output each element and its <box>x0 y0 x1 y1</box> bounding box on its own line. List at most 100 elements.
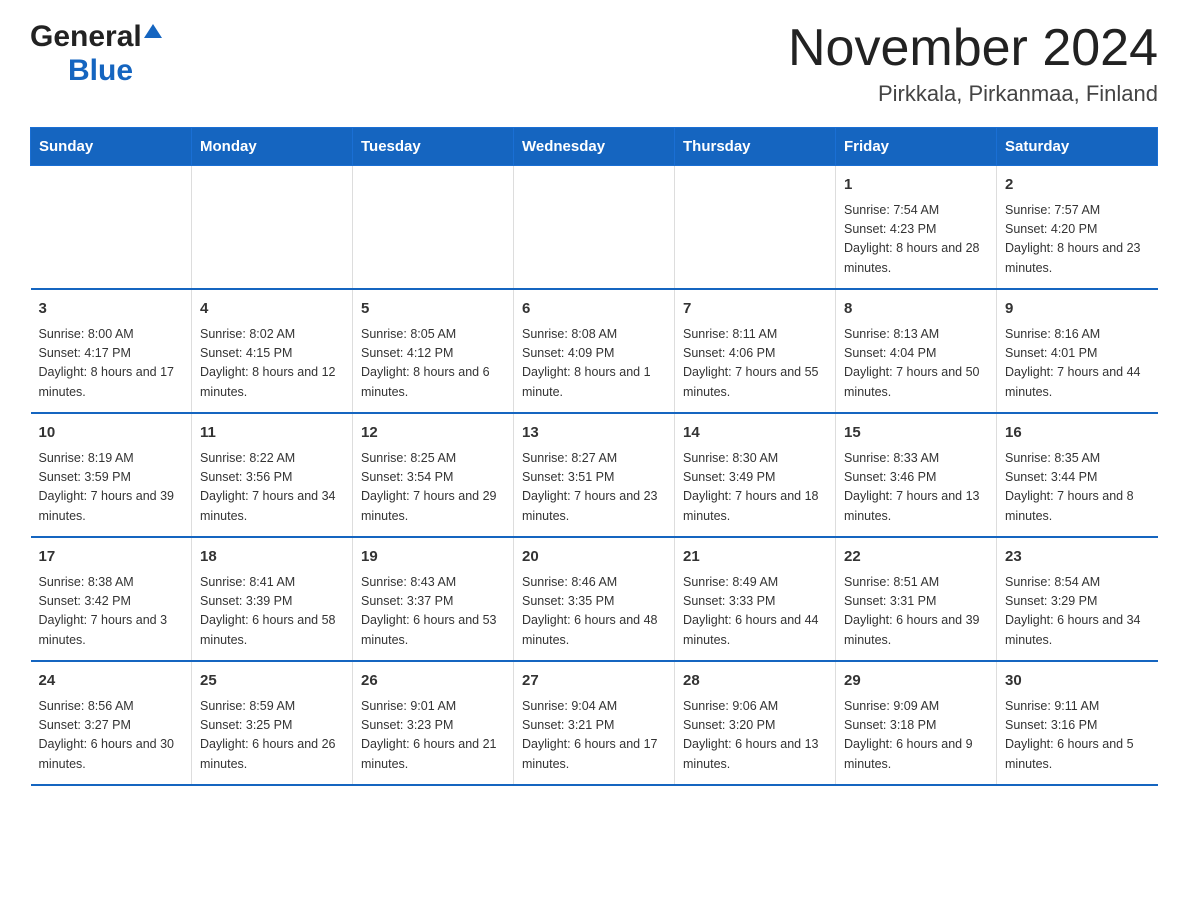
calendar-day-cell: 19Sunrise: 8:43 AM Sunset: 3:37 PM Dayli… <box>353 537 514 661</box>
day-number: 26 <box>361 670 505 693</box>
calendar-day-cell: 4Sunrise: 8:02 AM Sunset: 4:15 PM Daylig… <box>192 289 353 413</box>
calendar-day-cell: 28Sunrise: 9:06 AM Sunset: 3:20 PM Dayli… <box>675 661 836 785</box>
day-number: 19 <box>361 546 505 569</box>
calendar-week-row: 3Sunrise: 8:00 AM Sunset: 4:17 PM Daylig… <box>31 289 1158 413</box>
calendar-day-cell <box>192 166 353 290</box>
calendar-day-cell: 23 Sunrise: 8:54 AM Sunset: 3:29 PM Dayli… <box>997 537 1158 661</box>
day-number: 11 <box>200 422 344 445</box>
location-subtitle: Pirkkala, Pirkanmaa, Finland <box>788 81 1158 107</box>
logo: General Blue <box>30 20 164 88</box>
calendar-day-cell: 14 Sunrise: 8:30 AM Sunset: 3:49 PM Dayli… <box>675 413 836 537</box>
calendar-week-row: 17 Sunrise: 8:38 AM Sunset: 3:42 PM Dayli… <box>31 537 1158 661</box>
calendar-day-cell <box>514 166 675 290</box>
day-info: Sunrise: 8:05 AM Sunset: 4:12 PM Dayligh… <box>361 325 505 403</box>
weekday-header-thursday: Thursday <box>675 128 836 166</box>
calendar-day-cell: 27 Sunrise: 9:04 AM Sunset: 3:21 PM Dayli… <box>514 661 675 785</box>
day-info: Sunrise: 9:06 AM Sunset: 3:20 PM Dayligh… <box>683 697 827 775</box>
day-info: Sunrise: 8:22 AM Sunset: 3:56 PM Dayligh… <box>200 449 344 527</box>
day-number: 16 <box>1005 422 1150 445</box>
day-number: 10 <box>39 422 184 445</box>
calendar-day-cell: 11 Sunrise: 8:22 AM Sunset: 3:56 PM Dayli… <box>192 413 353 537</box>
day-info: Sunrise: 8:46 AM Sunset: 3:35 PM Dayligh… <box>522 573 666 651</box>
calendar-day-cell: 7 Sunrise: 8:11 AM Sunset: 4:06 PM Daylig… <box>675 289 836 413</box>
day-number: 15 <box>844 422 988 445</box>
day-number: 30 <box>1005 670 1150 693</box>
calendar-day-cell: 1Sunrise: 7:54 AM Sunset: 4:23 PM Daylig… <box>836 166 997 290</box>
day-number: 20 <box>522 546 666 569</box>
calendar-day-cell: 8 Sunrise: 8:13 AM Sunset: 4:04 PM Daylig… <box>836 289 997 413</box>
calendar-day-cell: 29 Sunrise: 9:09 AM Sunset: 3:18 PM Dayli… <box>836 661 997 785</box>
calendar-day-cell: 17 Sunrise: 8:38 AM Sunset: 3:42 PM Dayli… <box>31 537 192 661</box>
logo-blue-text: Blue <box>68 54 133 87</box>
calendar-day-cell: 25Sunrise: 8:59 AM Sunset: 3:25 PM Dayli… <box>192 661 353 785</box>
calendar-day-cell: 20 Sunrise: 8:46 AM Sunset: 3:35 PM Dayli… <box>514 537 675 661</box>
calendar-day-cell: 5 Sunrise: 8:05 AM Sunset: 4:12 PM Daylig… <box>353 289 514 413</box>
calendar-day-cell: 16Sunrise: 8:35 AM Sunset: 3:44 PM Dayli… <box>997 413 1158 537</box>
day-number: 14 <box>683 422 827 445</box>
calendar-day-cell: 6Sunrise: 8:08 AM Sunset: 4:09 PM Daylig… <box>514 289 675 413</box>
calendar-day-cell: 22Sunrise: 8:51 AM Sunset: 3:31 PM Dayli… <box>836 537 997 661</box>
day-info: Sunrise: 8:33 AM Sunset: 3:46 PM Dayligh… <box>844 449 988 527</box>
day-number: 27 <box>522 670 666 693</box>
calendar-day-cell: 30Sunrise: 9:11 AM Sunset: 3:16 PM Dayli… <box>997 661 1158 785</box>
calendar-day-cell <box>31 166 192 290</box>
day-info: Sunrise: 8:54 AM Sunset: 3:29 PM Dayligh… <box>1005 573 1150 651</box>
calendar-week-row: 24 Sunrise: 8:56 AM Sunset: 3:27 PM Dayli… <box>31 661 1158 785</box>
day-info: Sunrise: 8:38 AM Sunset: 3:42 PM Dayligh… <box>39 573 184 651</box>
page-header: General Blue November 2024 Pirkkala, Pir… <box>30 20 1158 107</box>
day-info: Sunrise: 7:57 AM Sunset: 4:20 PM Dayligh… <box>1005 201 1150 279</box>
day-number: 2 <box>1005 174 1150 197</box>
calendar-day-cell: 3Sunrise: 8:00 AM Sunset: 4:17 PM Daylig… <box>31 289 192 413</box>
day-number: 5 <box>361 298 505 321</box>
day-number: 7 <box>683 298 827 321</box>
calendar-day-cell <box>353 166 514 290</box>
day-info: Sunrise: 8:13 AM Sunset: 4:04 PM Dayligh… <box>844 325 988 403</box>
calendar-week-row: 1Sunrise: 7:54 AM Sunset: 4:23 PM Daylig… <box>31 166 1158 290</box>
weekday-header-row: SundayMondayTuesdayWednesdayThursdayFrid… <box>31 128 1158 166</box>
day-number: 29 <box>844 670 988 693</box>
calendar-table: SundayMondayTuesdayWednesdayThursdayFrid… <box>30 127 1158 786</box>
weekday-header-friday: Friday <box>836 128 997 166</box>
day-number: 21 <box>683 546 827 569</box>
day-info: Sunrise: 8:49 AM Sunset: 3:33 PM Dayligh… <box>683 573 827 651</box>
weekday-header-tuesday: Tuesday <box>353 128 514 166</box>
day-info: Sunrise: 8:11 AM Sunset: 4:06 PM Dayligh… <box>683 325 827 403</box>
day-info: Sunrise: 8:27 AM Sunset: 3:51 PM Dayligh… <box>522 449 666 527</box>
day-number: 24 <box>39 670 184 693</box>
day-number: 17 <box>39 546 184 569</box>
day-info: Sunrise: 7:54 AM Sunset: 4:23 PM Dayligh… <box>844 201 988 279</box>
day-number: 13 <box>522 422 666 445</box>
day-info: Sunrise: 9:04 AM Sunset: 3:21 PM Dayligh… <box>522 697 666 775</box>
month-year-title: November 2024 <box>788 20 1158 77</box>
calendar-day-cell: 13 Sunrise: 8:27 AM Sunset: 3:51 PM Dayli… <box>514 413 675 537</box>
day-number: 25 <box>200 670 344 693</box>
day-number: 23 <box>1005 546 1150 569</box>
day-info: Sunrise: 8:56 AM Sunset: 3:27 PM Dayligh… <box>39 697 184 775</box>
day-number: 18 <box>200 546 344 569</box>
calendar-day-cell: 2 Sunrise: 7:57 AM Sunset: 4:20 PM Daylig… <box>997 166 1158 290</box>
day-number: 4 <box>200 298 344 321</box>
day-info: Sunrise: 9:09 AM Sunset: 3:18 PM Dayligh… <box>844 697 988 775</box>
calendar-day-cell: 24 Sunrise: 8:56 AM Sunset: 3:27 PM Dayli… <box>31 661 192 785</box>
day-info: Sunrise: 8:30 AM Sunset: 3:49 PM Dayligh… <box>683 449 827 527</box>
day-info: Sunrise: 8:51 AM Sunset: 3:31 PM Dayligh… <box>844 573 988 651</box>
calendar-week-row: 10 Sunrise: 8:19 AM Sunset: 3:59 PM Dayli… <box>31 413 1158 537</box>
day-info: Sunrise: 8:25 AM Sunset: 3:54 PM Dayligh… <box>361 449 505 527</box>
day-number: 6 <box>522 298 666 321</box>
calendar-day-cell: 21 Sunrise: 8:49 AM Sunset: 3:33 PM Dayli… <box>675 537 836 661</box>
calendar-day-cell: 10 Sunrise: 8:19 AM Sunset: 3:59 PM Dayli… <box>31 413 192 537</box>
title-section: November 2024 Pirkkala, Pirkanmaa, Finla… <box>788 20 1158 107</box>
calendar-day-cell: 12 Sunrise: 8:25 AM Sunset: 3:54 PM Dayli… <box>353 413 514 537</box>
weekday-header-wednesday: Wednesday <box>514 128 675 166</box>
weekday-header-sunday: Sunday <box>31 128 192 166</box>
day-number: 12 <box>361 422 505 445</box>
calendar-day-cell: 15 Sunrise: 8:33 AM Sunset: 3:46 PM Dayli… <box>836 413 997 537</box>
calendar-day-cell: 18 Sunrise: 8:41 AM Sunset: 3:39 PM Dayli… <box>192 537 353 661</box>
day-info: Sunrise: 8:19 AM Sunset: 3:59 PM Dayligh… <box>39 449 184 527</box>
calendar-day-cell: 26Sunrise: 9:01 AM Sunset: 3:23 PM Dayli… <box>353 661 514 785</box>
logo-triangle-icon <box>144 24 162 38</box>
day-info: Sunrise: 8:41 AM Sunset: 3:39 PM Dayligh… <box>200 573 344 651</box>
day-number: 8 <box>844 298 988 321</box>
day-number: 9 <box>1005 298 1150 321</box>
calendar-day-cell: 9Sunrise: 8:16 AM Sunset: 4:01 PM Daylig… <box>997 289 1158 413</box>
